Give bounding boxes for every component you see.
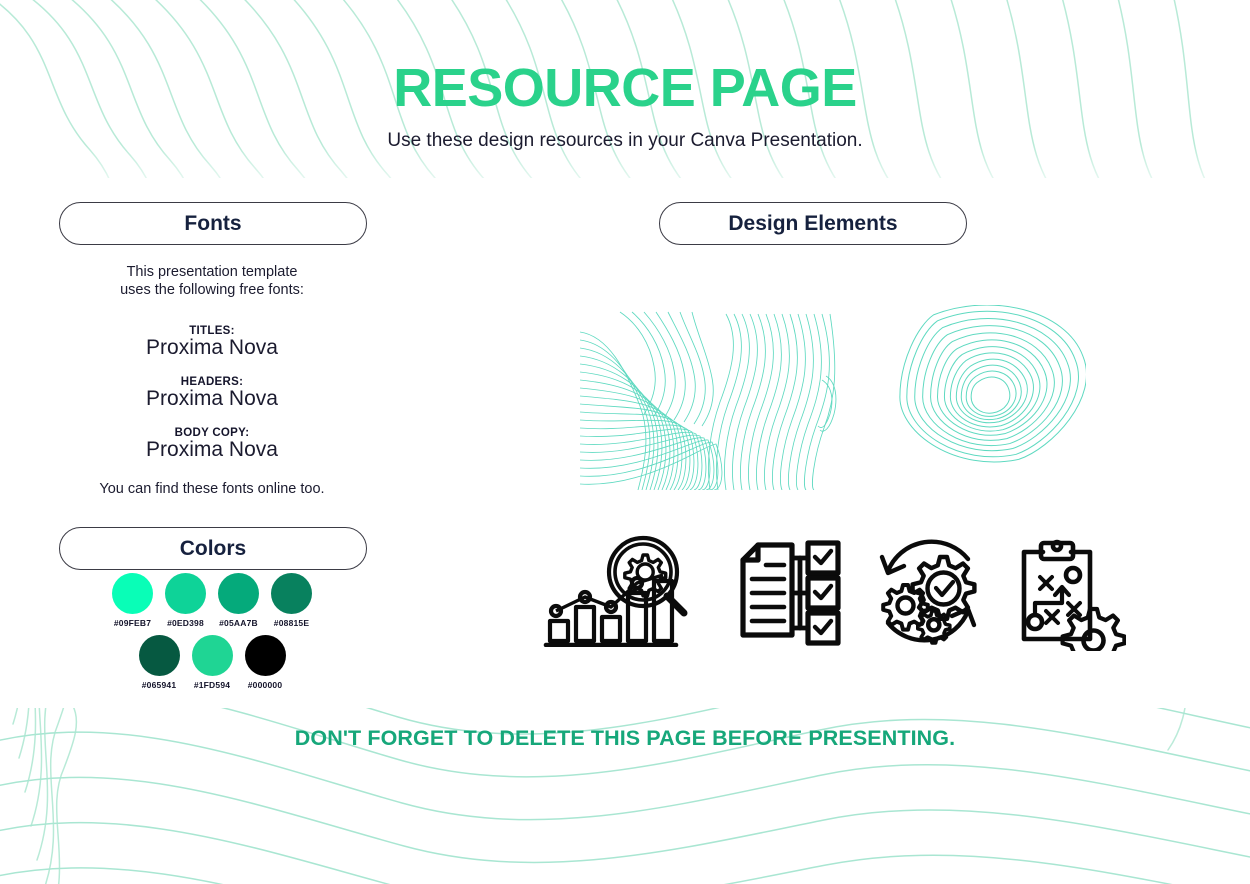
fonts-intro-line-1: This presentation template xyxy=(126,264,298,280)
design-elements-section-heading: Design Elements xyxy=(659,202,967,245)
fonts-outro-text: You can find these fonts online too. xyxy=(99,481,325,497)
color-hex-label: #09FEB7 xyxy=(113,618,152,628)
color-swatch: #08815E xyxy=(265,573,318,628)
color-hex-label: #08815E xyxy=(273,618,310,628)
color-dot xyxy=(138,635,180,676)
font-group-body-copy: BODY COPY: Proxima Nova xyxy=(59,427,365,462)
fonts-intro-line-2: uses the following free fonts: xyxy=(120,282,304,298)
color-dot xyxy=(218,573,259,614)
color-hex-label: #065941 xyxy=(141,680,177,690)
color-hex-label: #05AA7B xyxy=(219,618,258,628)
topographic-contour-map-graphic xyxy=(580,311,837,490)
fonts-intro-text: This presentation template uses the foll… xyxy=(59,263,365,299)
color-dot xyxy=(271,573,312,614)
concentric-blob-rings-graphic xyxy=(899,305,1086,463)
color-dot xyxy=(191,635,233,676)
color-palette: #09FEB7 #0ED398 #05AA7B #08815E #065941 … xyxy=(59,573,365,690)
design-element-icons xyxy=(530,535,1170,651)
colors-heading-label: Colors xyxy=(179,536,247,560)
page-subtitle: Use these design resources in your Canva… xyxy=(387,130,863,151)
color-swatch: #1FD594 xyxy=(186,635,239,690)
color-swatch: #0ED398 xyxy=(159,573,212,628)
delete-page-warning: DON'T FORGET TO DELETE THIS PAGE BEFORE … xyxy=(294,726,956,750)
gears-cycle-check-icon xyxy=(879,539,977,645)
color-swatch: #065941 xyxy=(133,635,186,690)
color-hex-label: #1FD594 xyxy=(193,680,231,690)
color-swatch: #09FEB7 xyxy=(106,573,159,628)
color-hex-label: #000000 xyxy=(247,680,283,690)
color-dot xyxy=(244,635,286,676)
color-swatch: #05AA7B xyxy=(212,573,265,628)
color-swatch-row-2: #065941 #1FD594 #000000 xyxy=(59,635,365,690)
document-checklist-icon xyxy=(740,540,841,646)
color-dot xyxy=(112,573,153,614)
fonts-heading-label: Fonts xyxy=(184,211,242,235)
font-group-headers-value: Proxima Nova xyxy=(146,387,278,410)
color-dot xyxy=(165,573,206,614)
color-swatch: #000000 xyxy=(239,635,292,690)
fonts-section-heading: Fonts xyxy=(59,202,367,245)
colors-section-heading: Colors xyxy=(59,527,367,570)
color-swatch-row-1: #09FEB7 #0ED398 #05AA7B #08815E xyxy=(59,573,365,628)
font-group-body-copy-value: Proxima Nova xyxy=(146,438,278,461)
design-elements-heading-label: Design Elements xyxy=(728,211,898,235)
clipboard-strategy-gear-icon xyxy=(1021,539,1126,651)
font-group-titles-value: Proxima Nova xyxy=(146,336,278,359)
bar-chart-magnifier-gear-icon xyxy=(543,535,688,647)
page-title: RESOURCE PAGE xyxy=(393,58,857,118)
font-group-headers: HEADERS: Proxima Nova xyxy=(59,376,365,411)
font-group-titles: TITLES: Proxima Nova xyxy=(59,325,365,360)
color-hex-label: #0ED398 xyxy=(167,618,204,628)
